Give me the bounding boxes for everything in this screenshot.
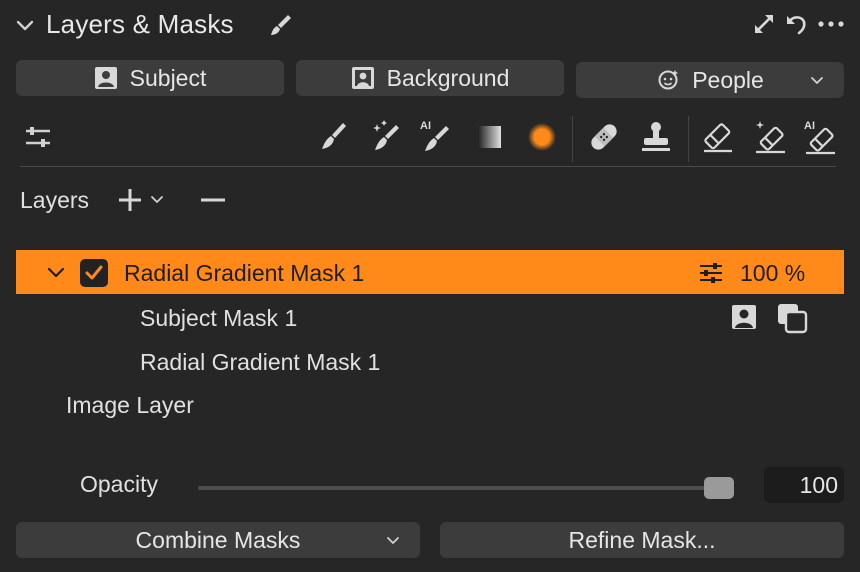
person-icon [94,66,118,90]
linear-gradient-icon[interactable] [472,118,508,156]
toolbar-separator [572,116,573,162]
adjustments-sliders-icon[interactable] [20,118,56,156]
person-icon [730,303,758,331]
eraser-icon[interactable] [700,118,736,156]
heal-bandage-icon[interactable] [586,118,622,156]
people-mask-dropdown[interactable]: People [576,62,844,98]
layer-name: Radial Gradient Mask 1 [124,260,365,286]
collapse-chevron-icon[interactable] [14,14,36,36]
panel-title: Layers & Masks [46,9,234,39]
opacity-label: Opacity [80,471,158,497]
expand-icon[interactable] [752,12,776,36]
people-mask-label: People [692,66,764,93]
layer-adjustments-icon[interactable] [698,261,724,285]
opacity-value-field[interactable]: 100 [764,467,844,503]
ai-brush-icon[interactable]: AI [418,118,454,156]
duplicate-icon[interactable] [776,302,808,334]
mask-row-radial[interactable]: Radial Gradient Mask 1 [140,349,380,376]
background-mask-button[interactable]: Background [296,60,564,96]
layer-visibility-checkbox[interactable] [80,259,108,287]
remove-layer-button[interactable] [198,186,228,214]
refine-mask-label: Refine Mask... [568,526,716,553]
subject-mask-label: Subject [129,64,207,91]
undo-icon[interactable] [784,12,808,36]
chevron-down-icon [808,71,826,89]
magic-eraser-icon[interactable] [752,118,788,156]
layer-expand-chevron-icon[interactable] [46,262,66,282]
opacity-slider-handle[interactable] [704,477,734,499]
magic-brush-icon[interactable] [368,118,404,156]
background-mask-label: Background [386,64,510,91]
subject-mask-button[interactable]: Subject [16,60,284,96]
background-person-icon [351,66,375,90]
ai-badge-label: AI [804,120,815,132]
combine-masks-label: Combine Masks [135,526,301,553]
combine-masks-dropdown[interactable]: Combine Masks [16,522,420,558]
chevron-down-icon [384,531,402,549]
radial-gradient-icon[interactable] [524,118,560,156]
ai-badge-label: AI [420,120,431,132]
clone-stamp-icon[interactable] [638,118,674,156]
layer-row-image[interactable]: Image Layer [66,392,194,419]
opacity-slider-track[interactable] [198,486,732,490]
draw-mask-brush-icon[interactable] [316,118,352,156]
refine-mask-button[interactable]: Refine Mask... [440,522,844,558]
brush-icon[interactable] [268,12,294,38]
layers-label: Layers [20,187,90,213]
layer-opacity-value: 100 % [740,260,806,286]
more-options-icon[interactable] [816,12,846,36]
toolbar-separator [688,116,689,162]
ai-eraser-icon[interactable]: AI [802,118,838,156]
add-layer-button[interactable] [116,186,170,214]
face-icon [656,68,680,92]
checkmark-icon [85,265,103,280]
mask-row-subject[interactable]: Subject Mask 1 [140,305,297,332]
toolbar-divider [20,166,836,167]
